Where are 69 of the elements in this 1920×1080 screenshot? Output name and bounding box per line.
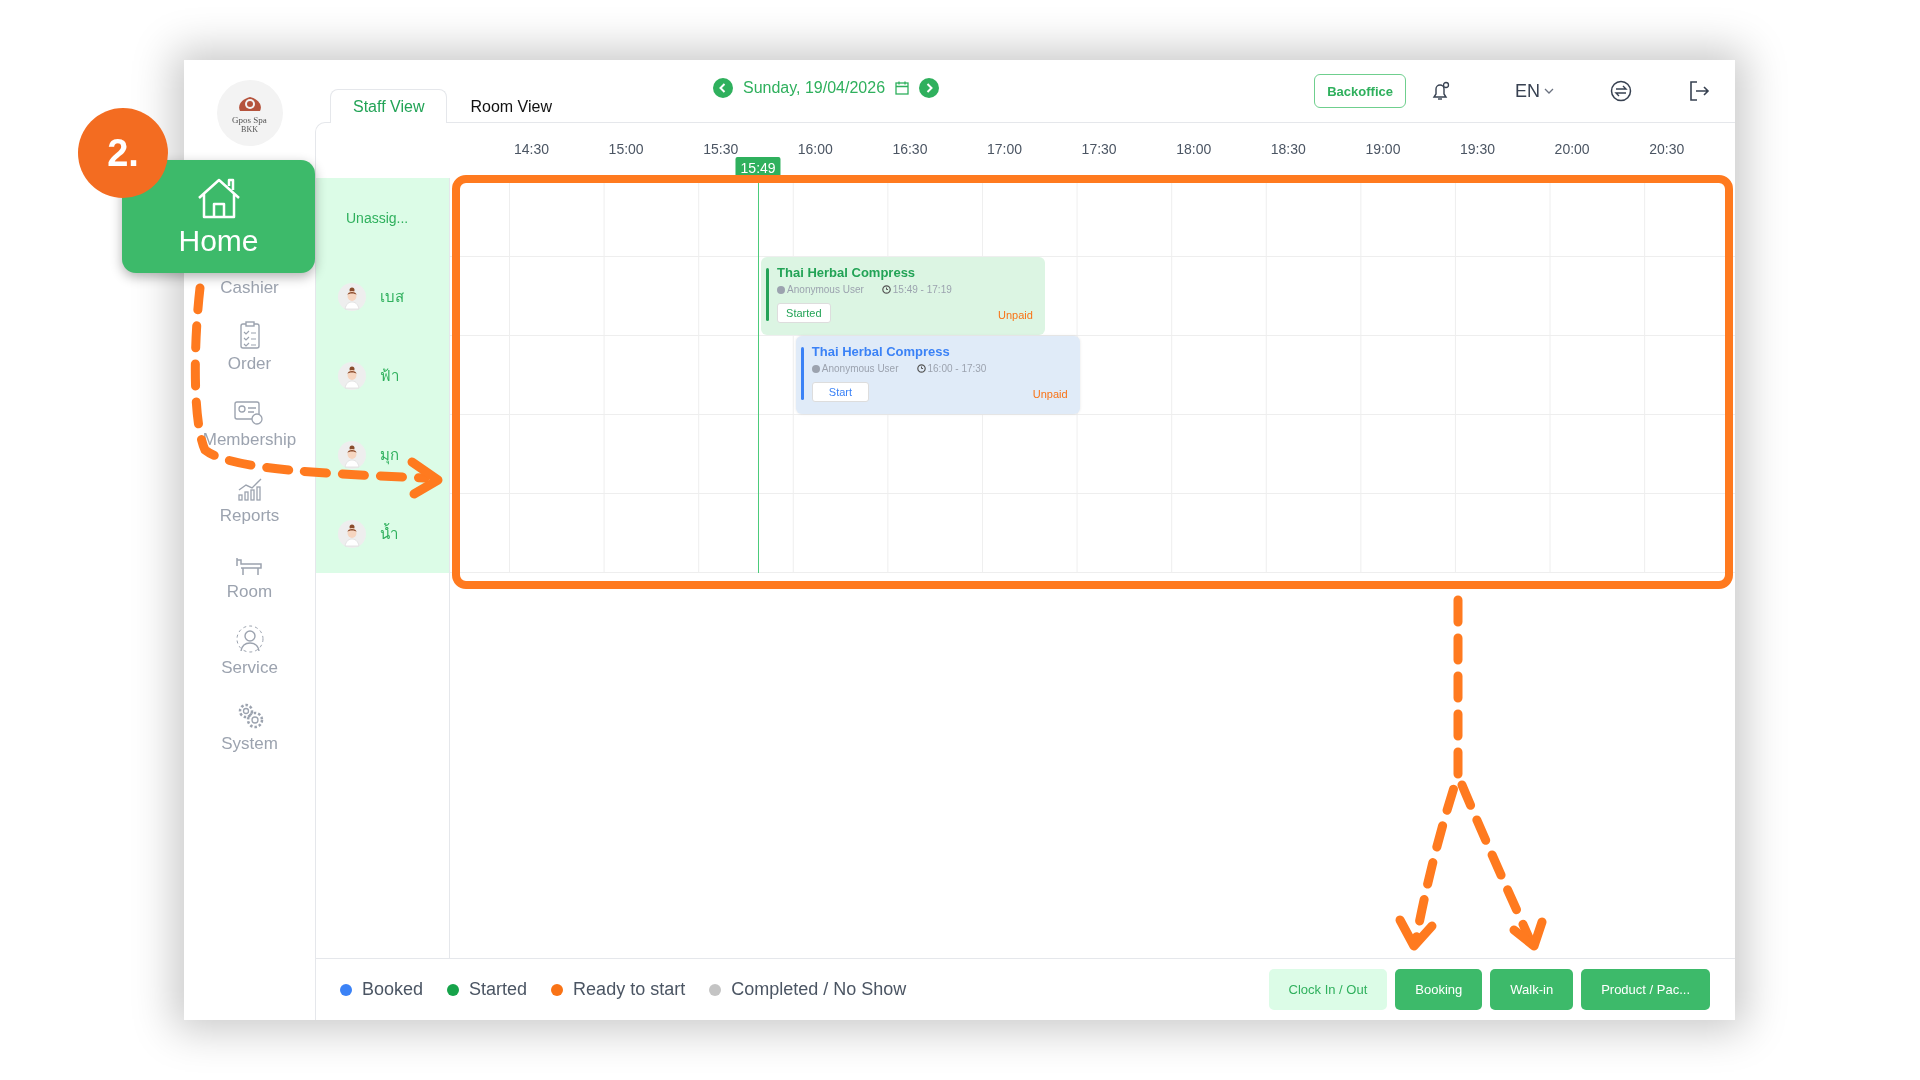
payment-status: Unpaid xyxy=(998,309,1033,323)
sidebar-item[interactable]: Reports xyxy=(219,506,280,526)
staff-name[interactable]: น้ำ xyxy=(380,521,398,546)
callout-label: Home xyxy=(178,223,259,258)
sidebar-item[interactable]: Service xyxy=(221,658,278,678)
payment-status: Unpaid xyxy=(1032,388,1068,402)
booking-time: 16:00 - 17:30 xyxy=(916,363,987,374)
avatar-icon xyxy=(338,519,366,548)
step-number: 2. xyxy=(78,108,168,198)
service-name: Thai Herbal Compress xyxy=(811,344,951,359)
user-dot-icon xyxy=(811,364,820,373)
action-button[interactable]: Clock In / Out xyxy=(1268,969,1388,1010)
language-selector[interactable]: EN xyxy=(1515,80,1554,102)
clock-icon xyxy=(916,364,926,373)
legend-label: Booked xyxy=(362,979,424,1000)
avatar-icon xyxy=(338,282,366,311)
logout-icon[interactable] xyxy=(1688,80,1710,102)
action-button[interactable]: Booking xyxy=(1395,969,1483,1010)
time-label: 20:00 xyxy=(1554,141,1590,157)
legend-label: Started xyxy=(469,979,528,1000)
avatar-icon xyxy=(338,361,366,390)
bell-icon[interactable] xyxy=(1430,80,1452,102)
time-label: 15:00 xyxy=(608,141,644,157)
previous-day-icon[interactable] xyxy=(713,78,733,98)
customer-name: Anonymous User xyxy=(811,363,899,374)
chevron-down-icon xyxy=(1544,87,1554,95)
booking-time: 15:49 - 17:19 xyxy=(881,284,952,295)
time-label: 19:30 xyxy=(1460,141,1496,157)
time-label: 17:30 xyxy=(1081,141,1117,157)
spa-logo: Gpos Spa BKK xyxy=(216,80,283,146)
sidebar-item[interactable]: Room xyxy=(226,582,273,602)
status-button[interactable]: Start xyxy=(811,382,870,402)
legend-label: Ready to start xyxy=(573,979,686,1000)
time-label: 16:30 xyxy=(892,141,928,157)
booking-card[interactable]: Thai Herbal Compress Anonymous User 16:00 - 17:30 Start Unpaid xyxy=(795,336,1080,414)
staff-name[interactable]: ฟ้า xyxy=(380,363,399,388)
next-day-icon[interactable] xyxy=(919,78,940,98)
view-tab[interactable]: Room View xyxy=(447,89,575,123)
date-label[interactable]: Sunday, 19/04/2026 xyxy=(743,79,886,97)
time-label: 20:30 xyxy=(1649,141,1685,157)
staff-name[interactable]: เบส xyxy=(380,284,404,309)
service-name: Thai Herbal Compress xyxy=(777,265,917,280)
staff-name[interactable]: มุก xyxy=(380,442,399,467)
backoffice-button[interactable]: Backoffice xyxy=(1314,74,1406,108)
clock-icon xyxy=(881,285,891,294)
sidebar-item[interactable]: System xyxy=(221,734,278,754)
sidebar-item[interactable]: Cashier xyxy=(220,278,279,298)
legend-label: Completed / No Show xyxy=(731,979,907,1000)
time-label: 18:30 xyxy=(1270,141,1306,157)
calendar-icon[interactable] xyxy=(895,81,910,95)
person-icon xyxy=(234,624,265,654)
time-label: 19:00 xyxy=(1365,141,1401,157)
action-button[interactable]: Walk-in xyxy=(1490,969,1574,1010)
booking-card[interactable]: Thai Herbal Compress Anonymous User 15:49 - 17:19 Started Unpaid xyxy=(761,257,1045,335)
time-label: 14:30 xyxy=(514,141,550,157)
swap-icon[interactable] xyxy=(1610,80,1632,102)
action-button[interactable]: Product / Pac... xyxy=(1581,969,1710,1010)
status-button[interactable]: Started xyxy=(777,303,831,323)
time-label: 16:00 xyxy=(797,141,833,157)
time-label: 15:30 xyxy=(703,141,739,157)
time-label: 18:00 xyxy=(1176,141,1212,157)
user-dot-icon xyxy=(777,285,786,294)
avatar-icon xyxy=(338,440,366,469)
view-tab[interactable]: Staff View xyxy=(330,89,448,123)
sidebar-item[interactable]: Order xyxy=(227,354,272,374)
member-card-icon xyxy=(233,398,266,426)
staff-name[interactable]: Unassig... xyxy=(346,209,409,226)
customer-name: Anonymous User xyxy=(777,284,864,295)
time-label: 17:00 xyxy=(987,141,1023,157)
